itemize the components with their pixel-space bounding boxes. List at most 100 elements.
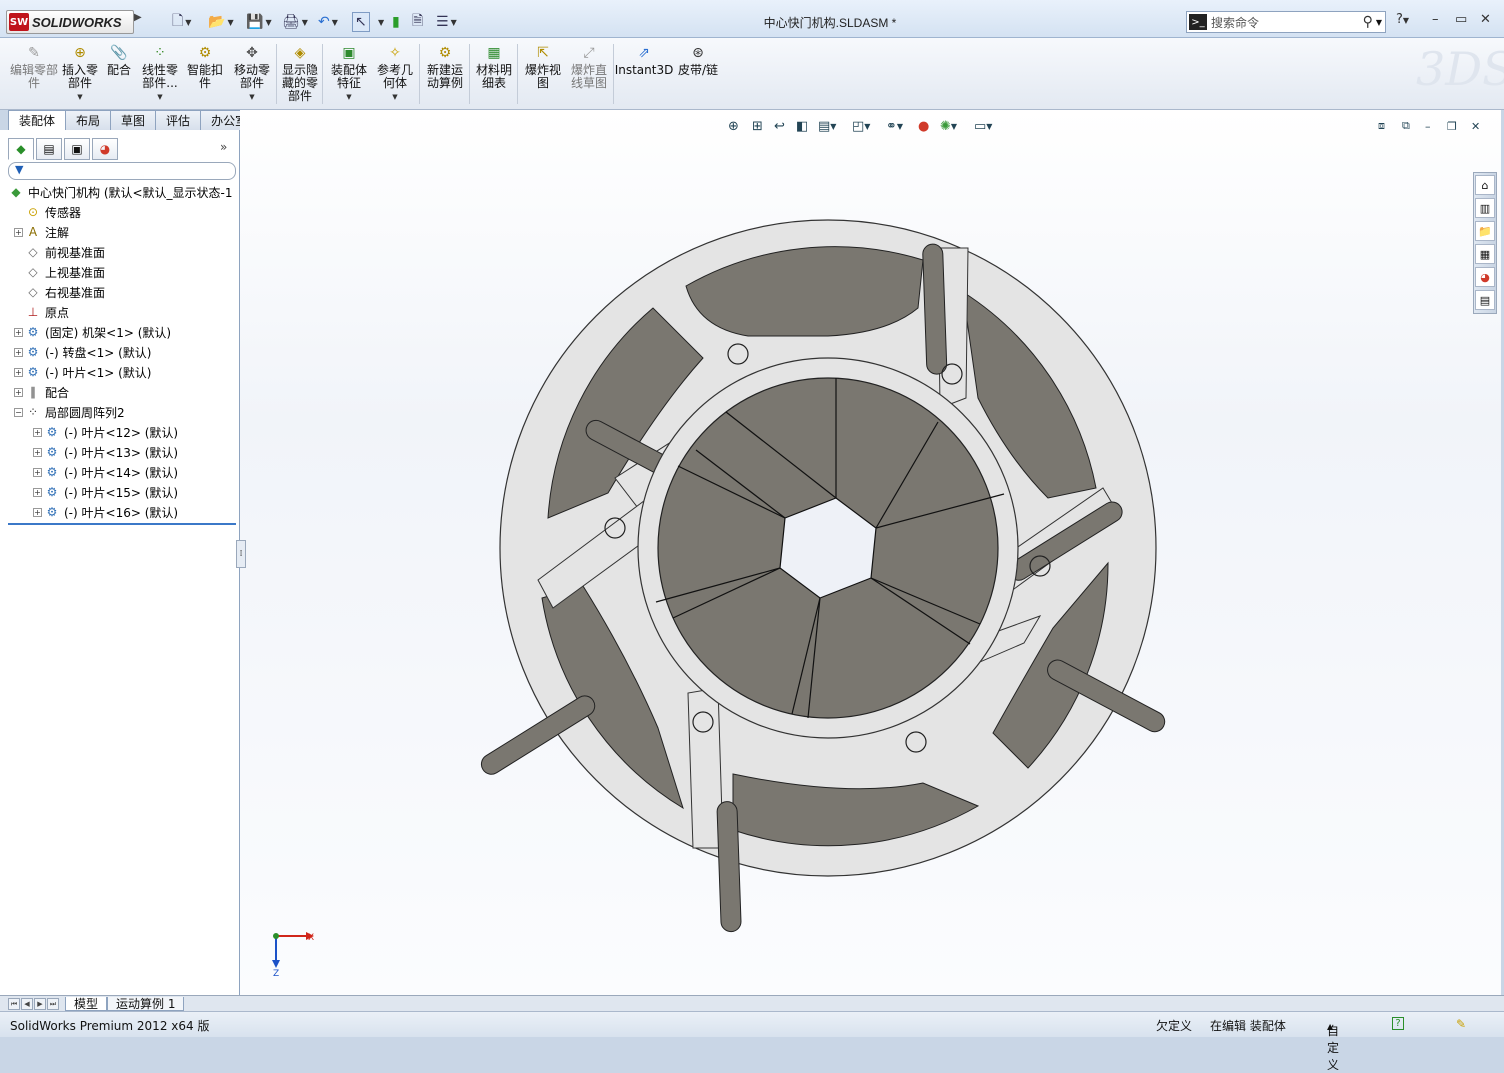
appearance-button[interactable]: ● <box>918 116 929 136</box>
expand-icon[interactable]: + <box>14 327 23 337</box>
doc-close-button[interactable]: ✕ <box>1471 116 1480 136</box>
select-button[interactable]: ↖ <box>352 12 370 32</box>
next-tab-icon[interactable]: ▶ <box>34 997 46 1010</box>
close-window-button[interactable]: ✕ <box>1480 12 1491 27</box>
tree-item[interactable]: + ⚙ (-) 叶片<12> (默认) <box>0 422 238 442</box>
undo-button[interactable]: ↶ ▼ <box>318 12 338 32</box>
tree-rollback-bar[interactable] <box>8 523 236 525</box>
view-settings-button[interactable]: ▭ ▼ <box>974 116 992 136</box>
chevron-down-icon[interactable]: ▼ <box>302 18 308 27</box>
tree-item[interactable]: + ⚙ (-) 叶片<14> (默认) <box>0 462 238 482</box>
viewport-tile-button[interactable]: ⧈ <box>1378 116 1385 136</box>
home-icon[interactable]: ⌂ <box>1475 175 1495 195</box>
rebuild-button[interactable]: ▮ <box>392 12 400 32</box>
exploded-view-button[interactable]: ⇱ 爆炸视图 <box>522 44 564 90</box>
tab-evaluate[interactable]: 评估 <box>155 110 202 130</box>
chevron-down-icon[interactable]: ▼ <box>346 91 351 104</box>
feature-manager-tab-icon[interactable]: ◆ <box>8 138 34 160</box>
expand-panel-icon[interactable]: » <box>220 140 227 154</box>
chevron-down-icon[interactable]: ▼ <box>392 91 397 104</box>
menu-flyout-arrow-icon[interactable]: ▶ <box>134 12 144 32</box>
expand-icon[interactable]: + <box>14 227 23 237</box>
panel-splitter-handle[interactable]: ⁞ <box>236 540 246 568</box>
previous-view-button[interactable]: ↩ <box>774 116 785 136</box>
tab-sketch[interactable]: 草图 <box>110 110 157 130</box>
mate-button[interactable]: 📎 配合 <box>104 44 134 77</box>
select-dropdown[interactable]: ▼ <box>376 12 384 32</box>
chevron-down-icon[interactable]: ▼ <box>265 18 271 27</box>
collapse-icon[interactable]: − <box>14 407 23 417</box>
expand-icon[interactable]: + <box>33 487 42 497</box>
chevron-down-icon[interactable]: ▼ <box>451 18 457 27</box>
explode-line-sketch-button[interactable]: ⤢ 爆炸直线草图 <box>568 44 610 90</box>
viewport-next-button[interactable]: ⧉ <box>1402 116 1410 136</box>
tree-item[interactable]: + ⚙ (固定) 机架<1> (默认) <box>0 322 238 342</box>
tree-item[interactable]: ⊙ 传感器 <box>0 202 238 222</box>
expand-icon[interactable]: + <box>33 507 42 517</box>
tab-layout[interactable]: 布局 <box>65 110 112 130</box>
options-button[interactable]: ☰ ▼ <box>436 12 457 32</box>
view-orientation-button[interactable]: ◰ ▼ <box>852 116 870 136</box>
insert-component-button[interactable]: ⊕ 插入零部件 ▼ <box>58 44 102 104</box>
dynamic-annotation-button[interactable]: ▤ ▼ <box>818 116 836 136</box>
search-commands[interactable]: >_ 搜索命令 ⚲ ▼ <box>1186 11 1386 33</box>
doc-restore-button[interactable]: ❐ <box>1447 116 1457 136</box>
chevron-down-icon[interactable]: ▼ <box>332 18 338 27</box>
assembly-features-button[interactable]: ▣ 装配体特征 ▼ <box>328 44 370 104</box>
smart-fasteners-button[interactable]: ⚙ 智能扣件 <box>186 44 224 90</box>
open-document-button[interactable]: 📂 ▼ <box>208 12 234 32</box>
print-button[interactable]: 🖨 ▼ <box>282 12 308 32</box>
search-placeholder[interactable]: 搜索命令 <box>1211 14 1363 31</box>
expand-icon[interactable]: + <box>14 387 23 397</box>
property-manager-tab-icon[interactable]: ▤ <box>36 138 62 160</box>
last-tab-icon[interactable]: ⏭ <box>47 997 59 1010</box>
model-view[interactable] <box>240 110 1501 995</box>
chevron-down-icon[interactable]: ▼ <box>227 18 233 27</box>
tree-item[interactable]: + ⚙ (-) 转盘<1> (默认) <box>0 342 238 362</box>
help-button[interactable]: ?▼ <box>1396 12 1409 27</box>
tree-item[interactable]: + ⚙ (-) 叶片<1> (默认) <box>0 362 238 382</box>
zoom-to-fit-button[interactable]: ⊕ <box>728 116 739 136</box>
section-view-button[interactable]: ◧ <box>796 116 808 136</box>
tab-assembly[interactable]: 装配体 <box>8 110 67 130</box>
rebuild-status-icon[interactable]: ✎ <box>1456 1017 1466 1031</box>
chevron-down-icon[interactable]: ▼ <box>1376 18 1382 27</box>
view-palette-icon[interactable]: ▦ <box>1475 244 1495 264</box>
tree-item[interactable]: + ⚙ (-) 叶片<16> (默认) <box>0 502 238 522</box>
tree-item[interactable]: + A 注解 <box>0 222 238 242</box>
tab-motion-study-1[interactable]: 运动算例 1 <box>107 996 185 1011</box>
maximize-window-button[interactable]: ▭ <box>1455 12 1467 27</box>
edit-component-button[interactable]: ✎ 编辑零部件 <box>10 44 58 90</box>
show-hidden-components-button[interactable]: ◈ 显示隐藏的零部件 <box>280 44 320 103</box>
search-icon[interactable]: ⚲ <box>1363 14 1373 30</box>
expand-icon[interactable]: + <box>14 367 23 377</box>
zoom-to-area-button[interactable]: ⊞ <box>752 116 763 136</box>
tree-root[interactable]: ◆ 中心快门机构 (默认<默认_显示状态-1 <box>0 182 238 202</box>
expand-icon[interactable]: + <box>33 427 42 437</box>
new-document-button[interactable]: 🗋 ▼ <box>172 12 191 32</box>
chevron-down-icon[interactable]: ▼ <box>77 91 82 104</box>
tree-item[interactable]: − ⁘ 局部圆周阵列2 <box>0 402 238 422</box>
display-manager-tab-icon[interactable]: ◕ <box>92 138 118 160</box>
graphics-area[interactable] <box>240 110 1501 995</box>
doc-minimize-button[interactable]: – <box>1425 116 1431 136</box>
linear-pattern-button[interactable]: ⁘ 线性零部件... ▼ <box>138 44 182 104</box>
instant3d-button[interactable]: ⇗ Instant3D <box>615 44 674 77</box>
tree-item[interactable]: ◇ 右视基准面 <box>0 282 238 302</box>
solidworks-logo[interactable]: SW SOLIDWORKS <box>6 10 134 34</box>
configuration-manager-tab-icon[interactable]: ▣ <box>64 138 90 160</box>
move-component-button[interactable]: ✥ 移动零部件 ▼ <box>230 44 274 104</box>
display-style-button[interactable]: ⚭ ▼ <box>886 116 903 136</box>
tree-item[interactable]: ◇ 上视基准面 <box>0 262 238 282</box>
expand-icon[interactable]: + <box>33 447 42 457</box>
tab-model[interactable]: 模型 <box>65 996 108 1011</box>
expand-icon[interactable]: + <box>14 347 23 357</box>
minimize-window-button[interactable]: – <box>1432 12 1439 27</box>
new-motion-study-button[interactable]: ⚙ 新建运动算例 <box>424 44 466 90</box>
tree-item[interactable]: + ⚙ (-) 叶片<15> (默认) <box>0 482 238 502</box>
appearances-icon[interactable]: ◕ <box>1475 267 1495 287</box>
design-library-icon[interactable]: ▥ <box>1475 198 1495 218</box>
chevron-down-icon[interactable]: ▼ <box>185 18 191 27</box>
help-status-icon[interactable]: ? <box>1392 1017 1404 1030</box>
chevron-down-icon[interactable]: ▼ <box>249 91 254 104</box>
